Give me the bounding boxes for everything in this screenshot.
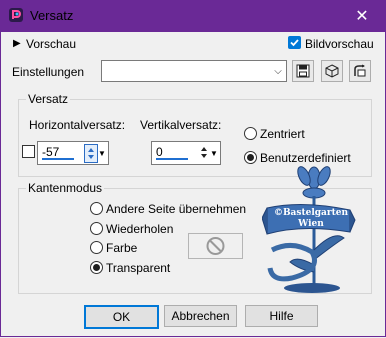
andere-seite-radio[interactable] [90,202,103,215]
wiederholen-radio[interactable] [90,222,103,235]
close-button[interactable]: ✕ [348,4,376,28]
horizontal-offset-input[interactable]: -57 ▼ [37,141,109,165]
horizontal-label: Horizontalversatz: [29,118,126,132]
manage-presets-button[interactable] [349,60,371,82]
settings-combo[interactable] [101,60,287,82]
zentriert-label[interactable]: Zentriert [260,127,305,141]
zentriert-radio[interactable] [244,127,257,140]
slider-dropdown-icon[interactable]: ▼ [210,149,218,158]
versatz-legend: Versatz [26,92,71,106]
cancel-button[interactable]: Abbrechen [164,305,237,327]
vertical-offset-value: 0 [156,145,163,159]
vertical-offset-input[interactable]: 0 ▼ [151,141,221,165]
bildvorschau-checkbox[interactable] [288,36,301,49]
transparent-radio[interactable] [90,261,103,274]
cube-icon [325,64,339,78]
bildvorschau-label: Bildvorschau [305,37,374,51]
help-button[interactable]: Hilfe [245,305,318,327]
horizontal-offset-value: -57 [42,145,60,159]
kantenmodus-legend: Kantenmodus [26,181,105,195]
settings-label: Einstellungen [12,65,85,79]
value-slider-bar [156,158,188,160]
reset-defaults-button[interactable] [321,60,343,82]
spin-arrows-icon[interactable] [84,144,98,163]
wiederholen-label[interactable]: Wiederholen [106,222,173,236]
save-icon [296,64,310,78]
close-icon: ✕ [355,8,369,25]
watermark-line-2: Wien [298,219,324,229]
app-logo-icon [9,8,23,22]
andere-seite-label[interactable]: Andere Seite übernehmen [106,202,246,216]
expand-preview-icon[interactable]: ▶ [13,38,21,49]
farbe-label[interactable]: Farbe [106,241,137,255]
chevron-down-icon[interactable]: ⌵ [271,61,285,81]
color-swatch[interactable] [188,233,243,259]
preview-label[interactable]: Vorschau [26,37,76,51]
checkmark-icon [290,39,299,47]
watermark-line-1: ©Bastelgarten [273,208,349,218]
bastelgarten-watermark-logo [262,166,356,293]
link-offsets-checkbox[interactable] [22,145,35,158]
transparent-label[interactable]: Transparent [106,261,170,275]
disabled-icon [206,237,225,255]
slider-dropdown-icon[interactable]: ▼ [98,149,106,158]
save-preset-button[interactable] [292,60,314,82]
vertical-label: Vertikalversatz: [140,118,222,132]
benutzerdefiniert-radio[interactable] [244,151,257,164]
window-title: Versatz [30,8,74,23]
farbe-radio[interactable] [90,241,103,254]
ok-button[interactable]: OK [84,305,159,329]
value-slider-bar [42,158,74,160]
preset-manager-icon [354,64,366,77]
watermark-text: ©Bastelgarten Wien [268,208,354,230]
spin-arrows-icon[interactable] [198,144,210,161]
